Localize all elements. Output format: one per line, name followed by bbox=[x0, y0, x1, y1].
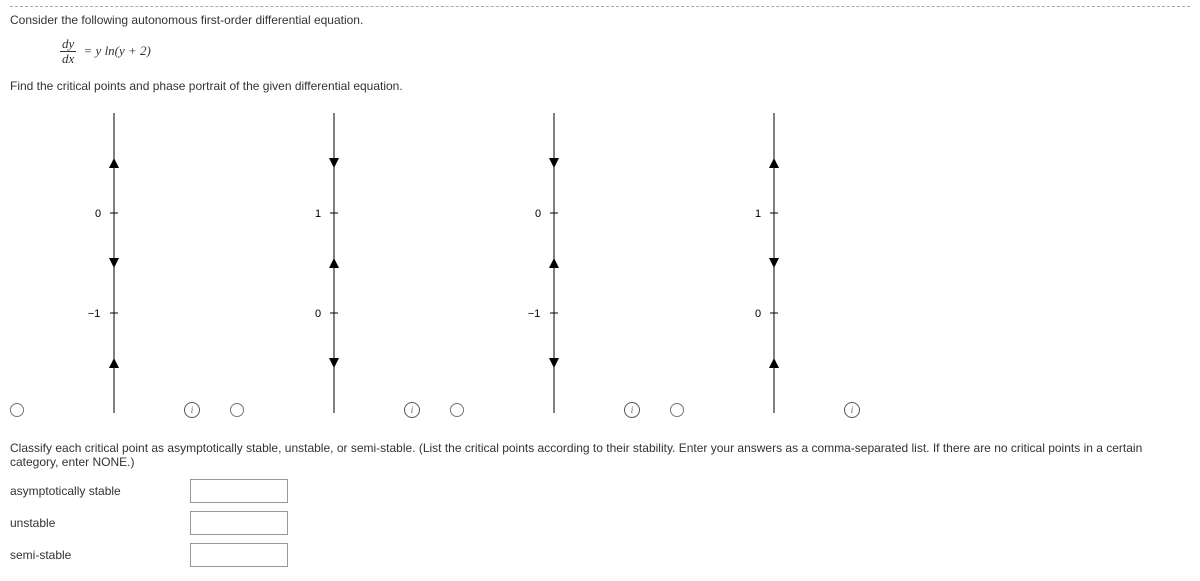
option-b: 1 0 bbox=[274, 103, 374, 423]
phase-portrait-a: 0 −1 bbox=[54, 103, 154, 423]
info-icon[interactable]: i bbox=[844, 402, 860, 418]
question-intro: Consider the following autonomous first-… bbox=[10, 13, 1190, 27]
info-icon[interactable]: i bbox=[184, 402, 200, 418]
option-c-radio[interactable] bbox=[450, 403, 464, 417]
svg-text:0: 0 bbox=[755, 308, 761, 320]
phase-portrait-b: 1 0 bbox=[274, 103, 374, 423]
label-asymp-stable: asymptotically stable bbox=[10, 484, 190, 498]
input-asymp-stable[interactable] bbox=[190, 479, 288, 503]
option-b-radio[interactable] bbox=[230, 403, 244, 417]
info-icon[interactable]: i bbox=[404, 402, 420, 418]
svg-text:0: 0 bbox=[315, 308, 321, 320]
info-icon[interactable]: i bbox=[624, 402, 640, 418]
option-a-radio[interactable] bbox=[10, 403, 24, 417]
svg-text:0: 0 bbox=[535, 208, 541, 220]
equation: dy dx = y ln(y + 2) bbox=[60, 37, 1190, 67]
option-a: 0 −1 bbox=[54, 103, 154, 423]
input-semi-stable[interactable] bbox=[190, 543, 288, 567]
classify-instructions: Classify each critical point as asymptot… bbox=[10, 441, 1190, 469]
input-unstable[interactable] bbox=[190, 511, 288, 535]
phase-portrait-d: 1 0 bbox=[714, 103, 814, 423]
svg-text:0: 0 bbox=[95, 208, 101, 220]
svg-text:−1: −1 bbox=[88, 308, 101, 320]
eq-rhs: = y ln(y + 2) bbox=[80, 43, 151, 58]
label-unstable: unstable bbox=[10, 516, 190, 530]
eq-denominator: dx bbox=[60, 52, 76, 66]
phase-portrait-options: 0 −1 i 1 0 i bbox=[10, 103, 1190, 423]
option-c: 0 −1 bbox=[494, 103, 594, 423]
svg-text:−1: −1 bbox=[528, 308, 541, 320]
svg-text:1: 1 bbox=[315, 208, 321, 220]
option-d-radio[interactable] bbox=[670, 403, 684, 417]
svg-text:1: 1 bbox=[755, 208, 761, 220]
label-semi-stable: semi-stable bbox=[10, 548, 190, 562]
question-find: Find the critical points and phase portr… bbox=[10, 79, 1190, 93]
eq-numerator: dy bbox=[60, 37, 76, 52]
option-d: 1 0 bbox=[714, 103, 814, 423]
phase-portrait-c: 0 −1 bbox=[494, 103, 594, 423]
